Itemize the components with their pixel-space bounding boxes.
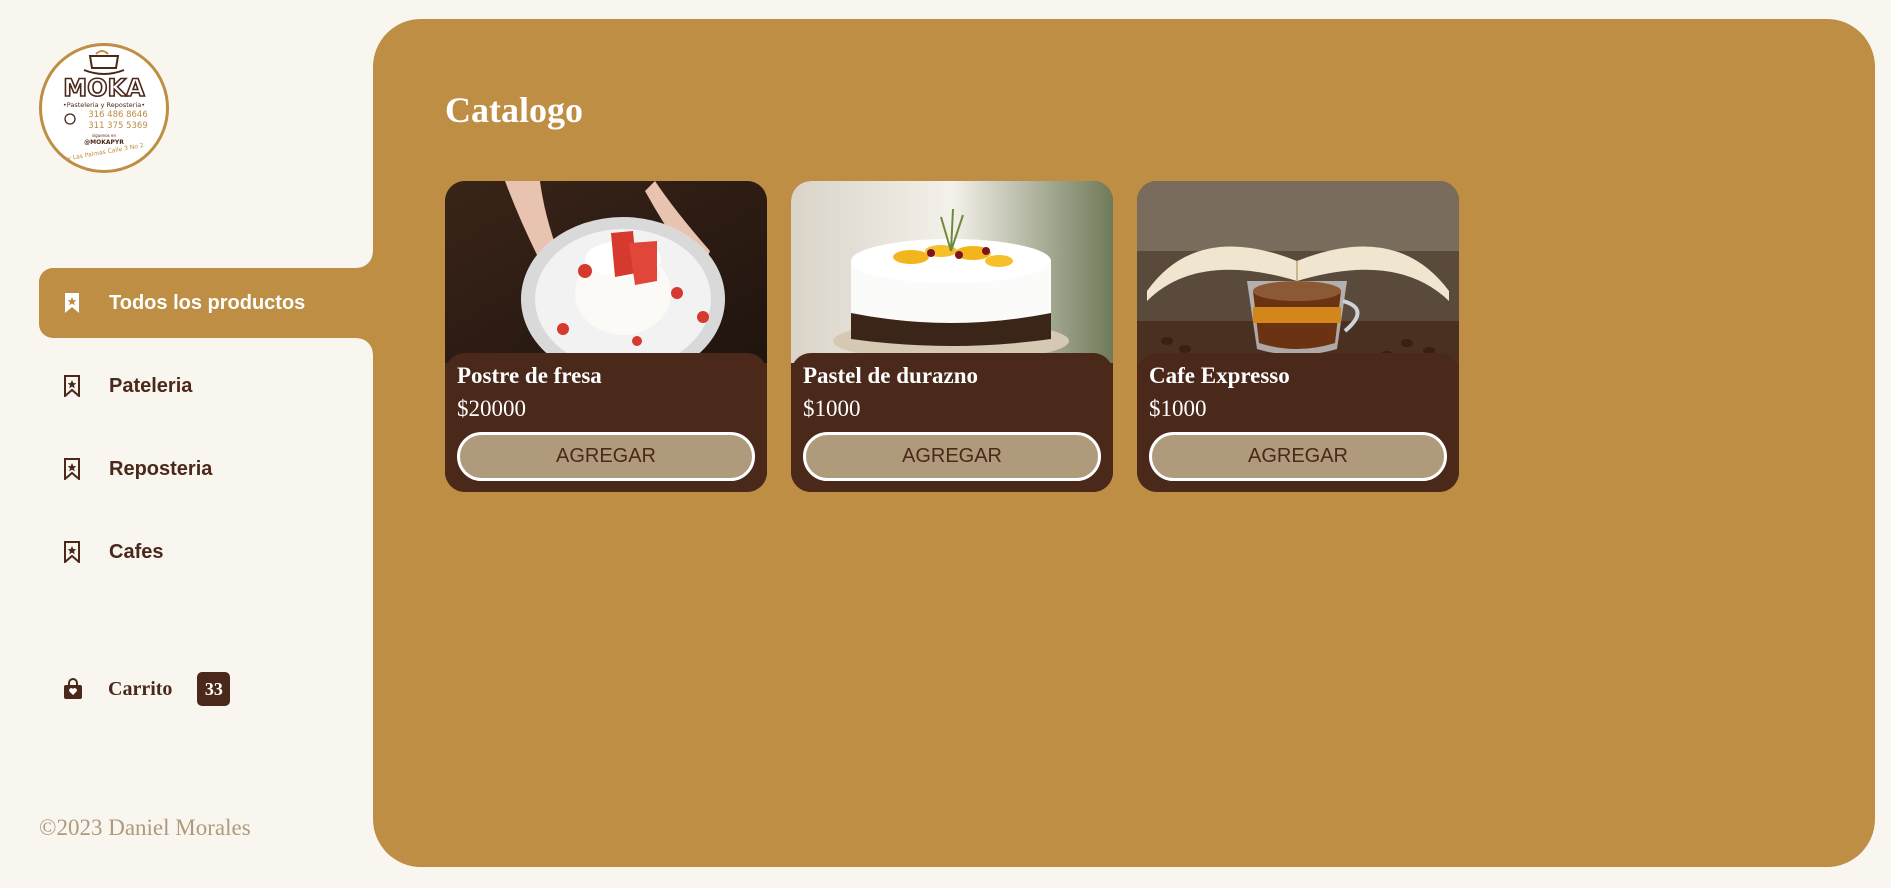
cart-link[interactable]: Carrito 33 bbox=[63, 672, 231, 706]
bookmark-icon bbox=[63, 458, 81, 480]
nav-item-pateleria[interactable]: Pateleria bbox=[39, 351, 373, 421]
product-image-peach-cake bbox=[791, 181, 1113, 363]
product-image-strawberry-dessert bbox=[445, 181, 767, 363]
nav-item-reposteria[interactable]: Reposteria bbox=[39, 434, 373, 504]
logo-phone-2: 311 375 5369 bbox=[88, 121, 147, 131]
sidebar: MOKA •Pasteleria y Reposteria• 316 486 8… bbox=[0, 0, 373, 888]
nav-item-label: Reposteria bbox=[109, 457, 213, 480]
product-card-body: Pastel de durazno $1000 AGREGAR bbox=[791, 353, 1113, 492]
product-card-body: Cafe Expresso $1000 AGREGAR bbox=[1137, 353, 1459, 492]
nav-item-label: Cafes bbox=[109, 540, 164, 563]
add-to-cart-button[interactable]: AGREGAR bbox=[803, 432, 1101, 481]
product-name: Postre de fresa bbox=[457, 363, 602, 388]
product-card-body: Postre de fresa $20000 AGREGAR bbox=[445, 353, 767, 492]
product-card-cafe-expresso: Cafe Expresso $1000 AGREGAR bbox=[1137, 181, 1459, 492]
product-image-espresso-coffee bbox=[1137, 181, 1459, 363]
product-name: Cafe Expresso bbox=[1149, 363, 1290, 388]
product-price: $1000 bbox=[1149, 396, 1207, 421]
product-card-pastel-de-durazno: Pastel de durazno $1000 AGREGAR bbox=[791, 181, 1113, 492]
nav-item-cafes[interactable]: Cafes bbox=[39, 517, 373, 587]
bookmark-icon bbox=[63, 375, 81, 397]
bookmark-filled-icon bbox=[63, 292, 81, 314]
cart-count-badge: 33 bbox=[197, 672, 231, 706]
add-to-cart-button[interactable]: AGREGAR bbox=[457, 432, 755, 481]
product-price: $1000 bbox=[803, 396, 861, 421]
nav-item-label: Todos los productos bbox=[109, 291, 306, 314]
copyright: ©2023 Daniel Morales bbox=[39, 815, 251, 840]
product-name: Pastel de durazno bbox=[803, 363, 979, 388]
logo-name: MOKA bbox=[63, 74, 145, 102]
logo-phone-1: 316 486 8646 bbox=[88, 110, 147, 120]
moka-logo[interactable]: MOKA •Pasteleria y Reposteria• 316 486 8… bbox=[39, 43, 169, 173]
logo-handle: @MOKAPYR bbox=[84, 139, 124, 146]
nav-item-todos[interactable]: Todos los productos bbox=[39, 252, 373, 354]
add-to-cart-button[interactable]: AGREGAR bbox=[1149, 432, 1447, 481]
logo-tagline: •Pasteleria y Reposteria• bbox=[63, 101, 145, 109]
logo-follow: siguenos en bbox=[92, 133, 117, 138]
whatsapp-icon bbox=[64, 113, 76, 125]
bookmark-icon bbox=[63, 541, 81, 563]
shopping-bag-icon bbox=[63, 678, 83, 700]
page-title: Catalogo bbox=[445, 90, 583, 130]
category-nav: Todos los productos Pateleria Reposteria… bbox=[39, 252, 373, 600]
product-card-postre-de-fresa: Postre de fresa $20000 AGREGAR bbox=[445, 181, 767, 492]
nav-item-label: Pateleria bbox=[109, 374, 193, 397]
cart-label: Carrito bbox=[108, 677, 173, 700]
product-price: $20000 bbox=[457, 396, 526, 421]
catalog-panel: Catalogo Postre de fresa $20000 AGREGAR … bbox=[373, 19, 1875, 867]
